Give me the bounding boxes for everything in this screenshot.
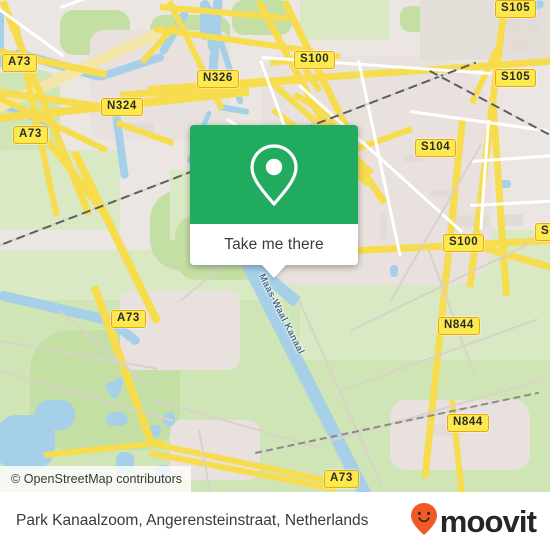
take-me-there-label: Take me there	[224, 235, 324, 253]
location-title: Park Kanaalzoom, Angerensteinstraat, Net…	[16, 512, 369, 529]
road-shield: N326	[197, 70, 239, 88]
map-viewport[interactable]: Maas-Waal Kanaal A73 N324 N326 S100 S105…	[0, 0, 550, 492]
road-shield: A73	[2, 54, 37, 72]
moovit-brand[interactable]: moovit	[410, 502, 550, 541]
moovit-smiley-pin-icon	[410, 502, 438, 541]
road-shield: N324	[101, 98, 143, 116]
road-shield: N844	[447, 414, 489, 432]
location-popup-card[interactable]: Take me there	[190, 125, 358, 278]
map-attribution[interactable]: © OpenStreetMap contributors	[0, 466, 192, 492]
road-shield: S100	[294, 51, 336, 69]
popup-header	[190, 125, 358, 224]
map-water-body	[390, 265, 398, 277]
road-shield: S100	[443, 234, 485, 252]
map-building	[380, 213, 387, 239]
map-building	[505, 38, 535, 52]
take-me-there-button[interactable]: Take me there	[190, 224, 358, 265]
moovit-map-share-card: Maas-Waal Kanaal A73 N324 N326 S100 S105…	[0, 0, 550, 550]
popup-pointer	[261, 264, 287, 278]
road-shield: A73	[111, 310, 146, 328]
moovit-wordmark: moovit	[439, 503, 537, 539]
road-shield: S105	[495, 0, 537, 18]
map-pin-icon	[247, 142, 301, 208]
map-building	[455, 215, 489, 227]
map-water-body	[35, 400, 75, 430]
road-shield: A73	[324, 470, 359, 488]
attribution-text: © OpenStreetMap contributors	[11, 472, 183, 486]
footer-bar: Park Kanaalzoom, Angerensteinstraat, Net…	[0, 492, 550, 550]
road-shield: S105	[495, 69, 537, 87]
map-water-body	[106, 412, 128, 426]
road-shield: A73	[13, 126, 48, 144]
map-urban-area	[120, 290, 240, 370]
road-shield: N844	[438, 317, 480, 335]
road-shield: S104	[415, 139, 457, 157]
map-greenspace	[300, 0, 390, 40]
road-shield: S105	[535, 223, 550, 241]
